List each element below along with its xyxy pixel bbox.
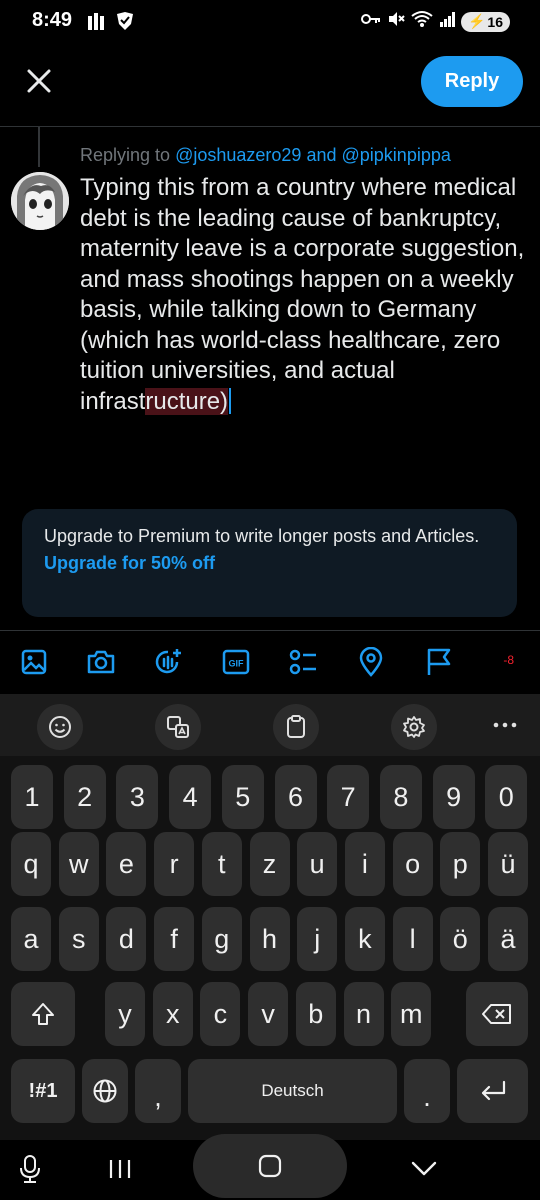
key-5[interactable]: 5 [221,765,264,829]
premium-upsell-card: Upgrade to Premium to write longer posts… [22,509,517,617]
key-y[interactable]: y [105,982,145,1046]
key-icon [360,12,381,31]
key-t[interactable]: t [201,832,242,896]
key-n[interactable]: n [343,982,384,1046]
camera-icon[interactable] [86,647,116,677]
key-ö[interactable]: ö [440,907,481,971]
key-r[interactable]: r [154,832,195,896]
svg-text:GIF: GIF [229,659,245,669]
home-button[interactable] [193,1134,347,1198]
key-k[interactable]: k [344,907,385,971]
replying-to[interactable]: Replying to @joshuazero29 and @pipkinpip… [80,145,451,166]
tweet-textarea[interactable]: Typing this from a country where medical… [80,173,530,417]
upgrade-link[interactable]: Upgrade for 50% off [44,553,495,574]
key-h[interactable]: h [249,907,290,971]
key-6[interactable]: 6 [274,765,317,829]
shift-icon [32,1003,54,1025]
key-9[interactable]: 9 [432,765,475,829]
key-7[interactable]: 7 [327,765,370,829]
divider [0,126,540,127]
clipboard-icon[interactable] [273,704,319,750]
wifi-icon [411,10,433,33]
key-ä[interactable]: ä [488,907,528,971]
premium-message: Upgrade to Premium to write longer posts… [44,526,480,546]
char-count: -8 [503,653,514,667]
hide-keyboard-icon[interactable] [410,1160,438,1183]
shift-key[interactable] [11,982,75,1046]
text-cursor [229,387,232,414]
mention-link[interactable]: @joshuazero29 [175,145,301,165]
key-d[interactable]: d [106,907,147,971]
key-c[interactable]: c [200,982,241,1046]
key-w[interactable]: w [58,832,99,896]
status-time: 8:49 [32,9,73,31]
shield-check-icon [114,10,136,37]
key-q[interactable]: q [11,832,51,896]
key-1[interactable]: 1 [11,765,53,829]
key-2[interactable]: 2 [63,765,106,829]
reply-button[interactable]: Reply [421,56,523,107]
key-i[interactable]: i [344,832,385,896]
enter-icon [481,1080,505,1101]
thread-line [38,127,40,167]
key-s[interactable]: s [58,907,99,971]
key-e[interactable]: e [106,832,147,896]
battery-indicator: ⚡ 16 [460,11,510,32]
key-3[interactable]: 3 [116,765,159,829]
comma-key[interactable]: , [135,1059,181,1123]
poll-icon[interactable] [288,647,318,677]
more-icon[interactable] [493,716,517,734]
key-4[interactable]: 4 [169,765,212,829]
close-icon [27,69,51,93]
flag-icon[interactable] [424,647,454,677]
key-j[interactable]: j [297,907,338,971]
backspace-key[interactable] [466,982,528,1046]
avatar[interactable] [11,172,69,230]
over-limit-text: ructure) [145,387,229,415]
key-a[interactable]: a [11,907,51,971]
key-o[interactable]: o [392,832,433,896]
key-0[interactable]: 0 [485,765,528,829]
key-z[interactable]: z [249,832,290,896]
mute-icon [387,10,405,33]
period-key[interactable]: . [404,1059,450,1123]
space-key[interactable]: Deutsch [188,1059,397,1123]
keyboard-toolbar [0,694,540,756]
key-l[interactable]: l [392,907,433,971]
key-g[interactable]: g [201,907,242,971]
gif-icon[interactable]: GIF [221,647,251,677]
key-b[interactable]: b [295,982,336,1046]
globe-icon [93,1079,117,1103]
image-icon[interactable] [19,647,49,677]
backspace-icon [482,1004,511,1024]
location-icon[interactable] [356,647,386,677]
status-bar: 8:49 ⚡ 16 [0,0,540,44]
tweet-text: Typing this from a country where medical… [80,174,525,415]
language-key[interactable] [82,1059,128,1123]
emoji-icon[interactable] [37,704,83,750]
recent-apps-icon[interactable] [108,1157,132,1186]
close-button[interactable] [22,64,56,98]
composer-toolbar: GIF [0,630,540,694]
voice-icon[interactable] [153,647,183,677]
key-u[interactable]: u [297,832,338,896]
signal-icon [439,11,455,32]
key-v[interactable]: v [248,982,289,1046]
key-ü[interactable]: ü [488,832,528,896]
key-8[interactable]: 8 [379,765,422,829]
notification-icon [86,10,110,37]
key-f[interactable]: f [154,907,195,971]
home-icon [258,1154,282,1178]
enter-key[interactable] [457,1059,528,1123]
key-m[interactable]: m [391,982,432,1046]
microphone-icon[interactable] [18,1154,42,1189]
mention-link[interactable]: @pipkinpippa [342,145,451,165]
symbols-key[interactable]: !#1 [11,1059,75,1123]
translate-icon[interactable] [155,704,201,750]
settings-icon[interactable] [391,704,437,750]
key-p[interactable]: p [440,832,481,896]
key-x[interactable]: x [152,982,193,1046]
charging-icon: ⚡ [467,13,486,29]
